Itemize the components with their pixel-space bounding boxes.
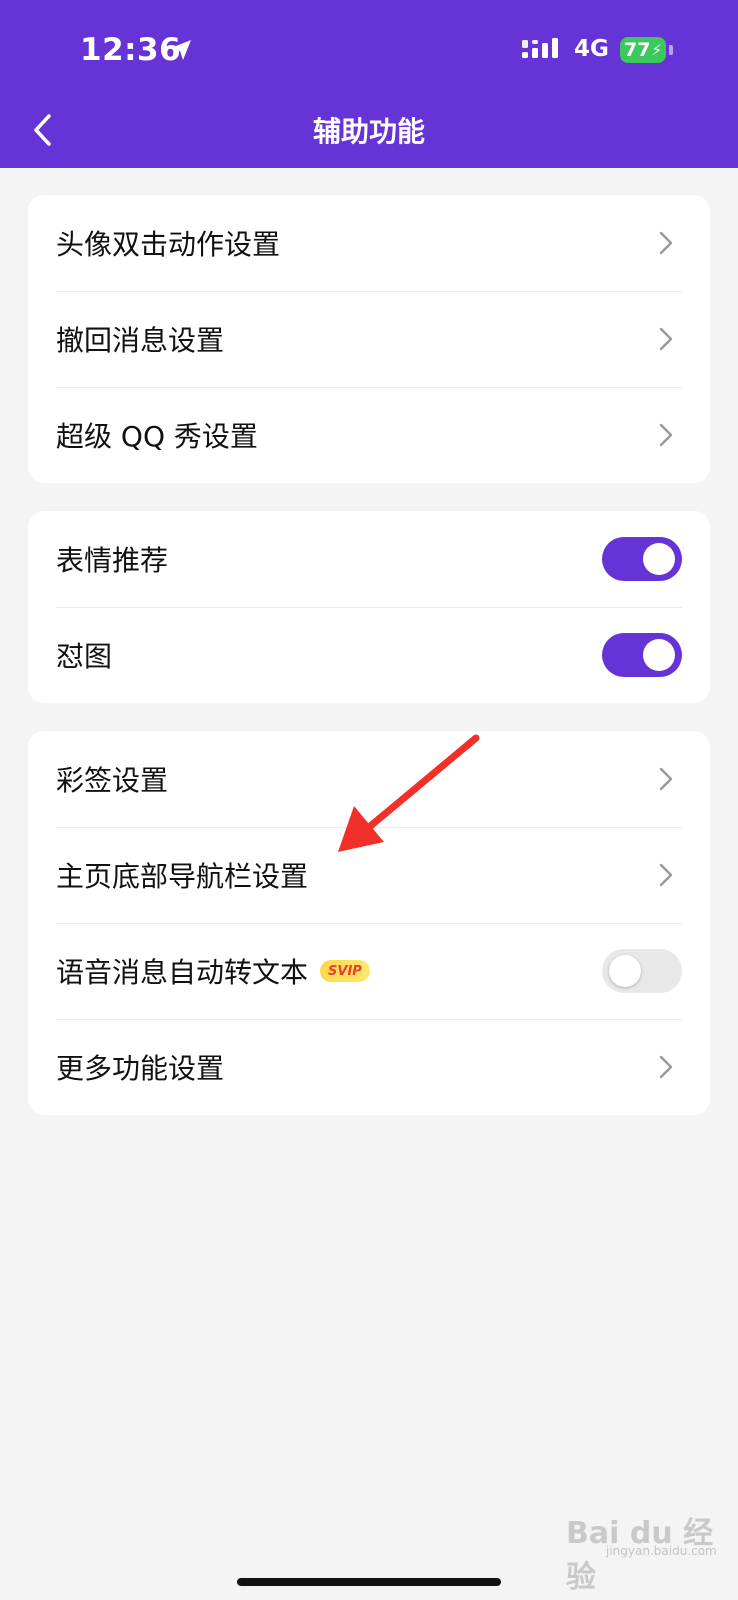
chevron-right-icon: [659, 327, 673, 351]
settings-item-label: 头像双击动作设置: [56, 228, 281, 261]
cellular-signal-icon: [522, 38, 558, 58]
settings-group-2: 表情推荐 怼图: [28, 511, 710, 703]
svip-badge: SVIP: [320, 960, 370, 982]
status-time: 12:36: [80, 32, 182, 68]
accessibility-settings-screen: 12:36 4G 77 ⚡ 辅助功能 头像双击动作设置 撤回消息设置 超级 QQ…: [0, 0, 738, 1600]
settings-item-label: 撤回消息设置: [56, 324, 225, 357]
settings-item-color-tag[interactable]: 彩签设置: [28, 731, 710, 827]
settings-group-1: 头像双击动作设置 撤回消息设置 超级 QQ 秀设置: [28, 195, 710, 483]
settings-group-3: 彩签设置 主页底部导航栏设置 语音消息自动转文本 SVIP 更多功能设置: [28, 731, 710, 1115]
chevron-right-icon: [659, 423, 673, 447]
settings-item-super-qq-show[interactable]: 超级 QQ 秀设置: [28, 387, 710, 483]
charging-bolt-icon: ⚡: [651, 41, 662, 59]
settings-item-label: 更多功能设置: [56, 1052, 225, 1085]
toggle-knob: [643, 639, 675, 671]
toggle-knob: [643, 543, 675, 575]
settings-item-label: 怼图: [56, 640, 113, 673]
status-bar: 12:36 4G 77 ⚡: [0, 0, 738, 100]
network-type: 4G: [574, 36, 609, 62]
settings-item-duitu: 怼图: [28, 607, 710, 703]
settings-item-home-bottom-nav[interactable]: 主页底部导航栏设置: [28, 827, 710, 923]
chevron-right-icon: [659, 1055, 673, 1079]
settings-item-avatar-double-tap[interactable]: 头像双击动作设置: [28, 195, 710, 291]
settings-item-sticker-recommend: 表情推荐: [28, 511, 710, 607]
duitu-toggle[interactable]: [602, 633, 682, 677]
battery-cap: [669, 45, 673, 55]
watermark-url: jingyan.baidu.com: [606, 1544, 717, 1558]
chevron-right-icon: [659, 231, 673, 255]
settings-item-voice-to-text: 语音消息自动转文本 SVIP: [28, 923, 710, 1019]
settings-item-more-features[interactable]: 更多功能设置: [28, 1019, 710, 1115]
settings-item-label: 超级 QQ 秀设置: [56, 420, 258, 453]
chevron-right-icon: [659, 863, 673, 887]
header-bar: 12:36 4G 77 ⚡ 辅助功能: [0, 0, 738, 168]
home-indicator: [237, 1578, 501, 1586]
voice-to-text-toggle[interactable]: [602, 949, 682, 993]
settings-item-recall-message[interactable]: 撤回消息设置: [28, 291, 710, 387]
settings-item-label: 语音消息自动转文本: [56, 956, 309, 989]
chevron-right-icon: [659, 767, 673, 791]
location-arrow-icon: [171, 40, 191, 60]
page-title: 辅助功能: [312, 115, 425, 148]
toggle-knob: [609, 955, 641, 987]
settings-item-label: 彩签设置: [56, 764, 169, 797]
sticker-recommend-toggle[interactable]: [602, 537, 682, 581]
settings-item-label: 表情推荐: [56, 544, 169, 577]
battery-level: 77: [624, 39, 651, 61]
settings-item-label: 主页底部导航栏设置: [56, 860, 309, 893]
battery-indicator: 77 ⚡: [620, 37, 666, 63]
